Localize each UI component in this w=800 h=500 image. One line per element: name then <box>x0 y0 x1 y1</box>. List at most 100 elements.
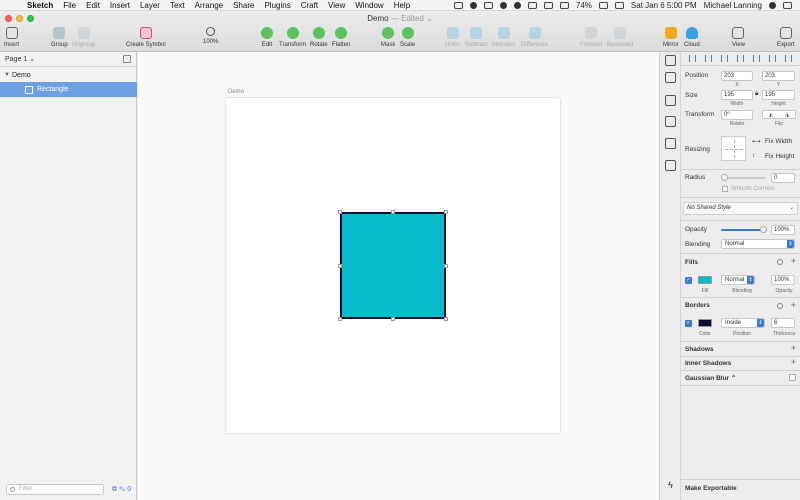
menu-craft[interactable]: Craft <box>296 1 323 10</box>
fill-enabled-checkbox[interactable]: ✓ <box>685 277 692 284</box>
intersect-button[interactable]: Intersect <box>492 27 515 48</box>
flip-vertical-icon[interactable]: ◮ <box>785 112 789 118</box>
export-button[interactable]: Export <box>777 27 794 48</box>
menu-share[interactable]: Share <box>228 1 259 10</box>
radius-slider[interactable] <box>721 174 765 181</box>
print-icon[interactable] <box>665 95 676 106</box>
border-position-select[interactable]: Inside ⇕ <box>721 318 765 328</box>
shared-style-select[interactable]: No Shared Style ⌄ <box>683 202 798 215</box>
add-shadow-icon[interactable]: + <box>791 344 796 353</box>
add-page-icon[interactable] <box>123 55 131 63</box>
user-name[interactable]: Michael Lanning <box>704 1 762 10</box>
border-enabled-checkbox[interactable]: ✓ <box>685 320 692 327</box>
dropbox-icon[interactable] <box>469 1 477 9</box>
fix-height-label[interactable]: Fix Height <box>765 153 794 160</box>
menu-help[interactable]: Help <box>389 1 415 10</box>
blending-select[interactable]: Normal ⇕ <box>721 239 795 249</box>
transform-button[interactable]: Transform <box>279 27 306 48</box>
disclosure-triangle-icon[interactable]: ▼ <box>2 72 12 78</box>
fill-blending-select[interactable]: Normal ⇕ <box>721 275 755 285</box>
mask-button[interactable]: Mask <box>381 27 395 48</box>
resizing-constraints-widget[interactable] <box>721 136 746 161</box>
screen-icon[interactable] <box>453 1 463 9</box>
insert-button[interactable]: Insert <box>4 27 19 48</box>
notification-center-icon[interactable] <box>783 1 792 9</box>
difference-button[interactable]: Difference <box>521 27 548 48</box>
layer-artboard-demo[interactable]: ▼ Demo <box>0 69 137 81</box>
height-field[interactable]: 195 <box>762 90 795 100</box>
layer-rectangle[interactable]: Rectangle <box>0 82 137 97</box>
bluetooth-icon[interactable] <box>527 1 537 9</box>
menu-file[interactable]: File <box>58 1 81 10</box>
opacity-slider-knob[interactable] <box>760 226 767 233</box>
width-field[interactable]: 195 <box>721 90 753 100</box>
menu-view[interactable]: View <box>323 1 350 10</box>
gaussian-blur-checkbox[interactable] <box>789 374 796 381</box>
menu-arrange[interactable]: Arrange <box>190 1 228 10</box>
smooth-corners-checkbox[interactable] <box>722 186 728 192</box>
layer-filter-input[interactable]: Filter <box>6 484 104 495</box>
add-fill-icon[interactable]: + <box>791 257 796 266</box>
menu-edit[interactable]: Edit <box>81 1 105 10</box>
position-y-field[interactable]: 203 <box>762 71 795 81</box>
opacity-field[interactable]: 100% <box>771 225 795 235</box>
mirror-button[interactable]: Mirror <box>663 27 679 48</box>
clock[interactable]: Sat Jan 6 5:00 PM <box>631 1 697 10</box>
resize-handle-tr[interactable] <box>444 210 448 214</box>
view-button[interactable]: View <box>732 27 745 48</box>
arrange-icon[interactable] <box>665 138 676 149</box>
share-icon[interactable] <box>665 72 676 83</box>
create-symbol-button[interactable]: Create Symbol <box>126 27 166 48</box>
battery-percent[interactable]: 74% <box>576 1 592 10</box>
align-middle-icon[interactable] <box>753 55 761 62</box>
radius-slider-knob[interactable] <box>721 174 728 181</box>
align-bottom-icon[interactable] <box>769 55 777 62</box>
resize-handle-r[interactable] <box>444 264 448 268</box>
resize-handle-br[interactable] <box>444 317 448 321</box>
align-left-icon[interactable] <box>688 55 696 62</box>
lightning-icon[interactable]: ϟ <box>665 480 676 491</box>
menu-insert[interactable]: Insert <box>105 1 135 10</box>
menu-window[interactable]: Window <box>350 1 388 10</box>
fix-width-label[interactable]: Fix Width <box>765 138 792 145</box>
resize-handle-bl[interactable] <box>338 317 342 321</box>
scale-button[interactable]: Scale <box>400 27 415 48</box>
add-border-icon[interactable]: + <box>791 301 796 310</box>
menu-layer[interactable]: Layer <box>135 1 165 10</box>
flag-icon[interactable] <box>614 1 624 9</box>
align-right-icon[interactable] <box>720 55 728 62</box>
artboard[interactable] <box>226 98 560 433</box>
radius-field[interactable]: 0 <box>771 173 795 183</box>
border-color-swatch[interactable] <box>698 319 712 327</box>
fill-opacity-field[interactable]: 100% <box>771 275 795 285</box>
union-button[interactable]: Union <box>445 27 461 48</box>
rotate-button[interactable]: Rotate <box>310 27 328 48</box>
resize-handle-l[interactable] <box>338 264 342 268</box>
position-x-field[interactable]: 203 <box>721 71 753 81</box>
menu-app-sketch[interactable]: Sketch <box>22 1 58 10</box>
inspector-icon[interactable] <box>665 55 676 66</box>
flip-control[interactable]: ◭ ◮ <box>762 110 796 119</box>
creative-cloud-icon[interactable] <box>483 1 493 9</box>
status-icon[interactable] <box>499 1 507 9</box>
zoom-control[interactable]: 100% <box>203 27 218 45</box>
battery-icon[interactable] <box>598 1 608 9</box>
lock-ratio-icon[interactable]: 🔒︎ <box>755 91 758 98</box>
gaussian-blur-section-title[interactable]: Gaussian Blur ⌃ <box>685 374 736 382</box>
menu-plugins[interactable]: Plugins <box>259 1 295 10</box>
resize-handle-t[interactable] <box>391 210 395 214</box>
sync-icon[interactable] <box>513 1 521 9</box>
edit-button[interactable]: Edit <box>261 27 273 48</box>
search-icon[interactable] <box>769 1 776 9</box>
make-exportable-button[interactable]: Make Exportable <box>685 485 737 492</box>
filter-options-icon[interactable]: ⧉ ✎ 0 <box>112 486 131 494</box>
fix-width-icon[interactable]: ⟷ <box>752 138 761 145</box>
page-selector[interactable]: Page 1 ⌄ <box>5 55 35 63</box>
cloud-button[interactable]: Cloud <box>684 27 700 48</box>
volume-icon[interactable] <box>559 1 569 9</box>
canvas[interactable]: Demo <box>138 52 681 500</box>
artboard-label[interactable]: Demo <box>228 89 244 95</box>
doc-edited[interactable]: — Edited ⌄ <box>391 14 433 23</box>
image-icon[interactable] <box>665 160 676 171</box>
flatten-button[interactable]: Flatten <box>332 27 350 48</box>
